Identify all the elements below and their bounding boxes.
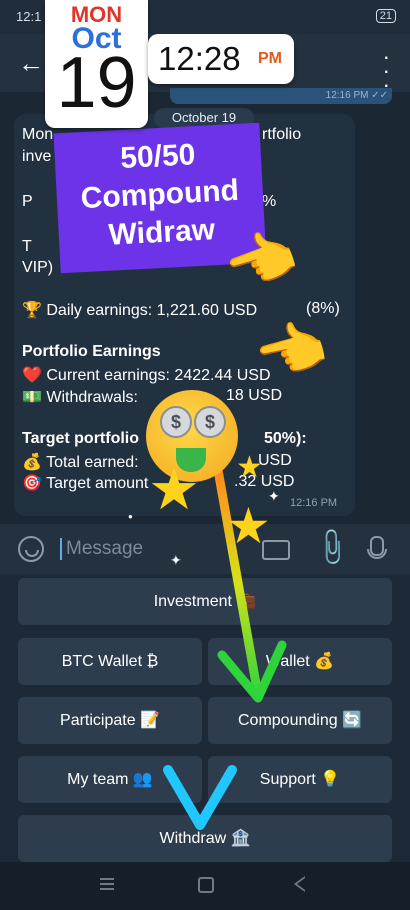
down-arrow-icon: [163, 465, 237, 830]
sparkle-icon: ✦: [268, 488, 280, 504]
calendar-date: 19: [56, 43, 137, 123]
clock-time: 12:28: [158, 40, 241, 77]
star-icon: ★: [226, 498, 271, 554]
clock-sticker: 12:28 PM: [148, 34, 294, 84]
star-icon: ★: [148, 457, 200, 522]
clock-ampm: PM: [258, 50, 282, 67]
star-icon: ★: [236, 451, 263, 484]
sparkle-icon: ✦: [170, 552, 182, 568]
calendar-sticker: MON Oct 19: [45, 0, 148, 128]
sparkle-icon: ●: [128, 512, 133, 521]
